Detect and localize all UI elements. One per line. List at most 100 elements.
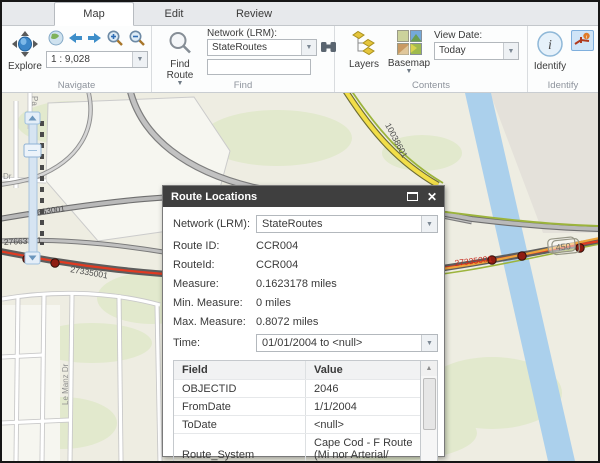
field-row-route-id: Route ID: CCR004 [173, 238, 438, 254]
basemap-icon [397, 30, 422, 58]
layers-button[interactable]: Layers [344, 30, 384, 70]
identify-label: Identify [534, 62, 566, 72]
slider-track[interactable] [29, 123, 37, 253]
street-label-le-manz-dr: Le Manz Dr [61, 363, 70, 405]
network-lrm-label: Network (LRM): [207, 28, 277, 39]
field-value: CCR004 [256, 259, 438, 271]
table-scrollbar[interactable]: ▲ ▼ [420, 361, 437, 461]
chevron-down-icon[interactable]: ▼ [503, 43, 518, 59]
table-row[interactable]: ToDate <null> [174, 415, 420, 433]
ribbon: Explore 1 : 9,028 ▼ Navigate [2, 26, 598, 93]
table-header-row: Field Value [174, 361, 420, 379]
find-route-label-line1: Find [170, 60, 189, 70]
map-canvas[interactable]: 450 27663001 27663101 27335001 27335001 … [2, 93, 598, 461]
chevron-down-icon[interactable]: ▼ [132, 52, 147, 67]
cell-field: ToDate [174, 416, 306, 433]
table-row[interactable]: OBJECTID 2046 [174, 379, 420, 397]
layers-icon [351, 30, 378, 59]
field-label: Time: [173, 337, 256, 349]
dialog-body: Network (LRM): StateRoutes ▼ Route ID: C… [163, 207, 444, 461]
field-label: Measure: [173, 278, 256, 290]
group-label-find: Find [152, 80, 334, 91]
group-find: Find Route ▼ Network (LRM): StateRoutes … [152, 26, 335, 92]
scale-value: 1 : 9,028 [47, 52, 132, 67]
cell-field: OBJECTID [174, 380, 306, 397]
tab-edit[interactable]: Edit [134, 2, 214, 25]
back-arrow-icon[interactable] [67, 30, 84, 49]
network-lrm-value: StateRoutes [257, 216, 421, 232]
field-value: 0.1623178 miles [256, 278, 438, 290]
chevron-down-icon[interactable]: ▼ [421, 335, 437, 351]
explore-label: Explore [8, 62, 42, 72]
group-label-identify: Identify [528, 80, 598, 91]
layers-label: Layers [349, 60, 379, 70]
field-row-measure: Measure: 0.1623178 miles [173, 276, 438, 292]
cell-value: 1/1/2004 [306, 398, 420, 415]
field-value: 0 miles [256, 297, 438, 309]
map-open-block [2, 305, 60, 461]
scroll-up-icon[interactable]: ▲ [421, 361, 437, 376]
identify-route-icon: i [574, 32, 591, 50]
scrollbar-thumb[interactable] [423, 378, 436, 430]
field-value: 0.8072 miles [256, 316, 438, 328]
group-label-contents: Contents [335, 80, 527, 91]
identify-icon: i [536, 30, 564, 61]
street-label-pa: Pa [30, 96, 39, 106]
find-route-button[interactable]: Find Route ▼ [158, 30, 202, 87]
cell-value: Cape Cod - F Route (Mi nor Arterial/ Col… [306, 434, 420, 461]
group-identify: i Identify i Identify [528, 26, 598, 92]
maximize-icon[interactable] [407, 192, 418, 201]
forward-arrow-icon[interactable] [86, 30, 103, 49]
identify-button[interactable]: i Identify [531, 30, 569, 72]
chevron-down-icon[interactable]: ▼ [421, 216, 437, 232]
chevron-down-icon[interactable]: ▼ [301, 40, 316, 55]
group-label-navigate: Navigate [2, 80, 151, 91]
scale-dropdown[interactable]: 1 : 9,028 ▼ [46, 51, 148, 68]
globe-icon[interactable] [48, 30, 64, 49]
chevron-down-icon: ▼ [406, 69, 413, 75]
zoom-in-icon[interactable] [106, 29, 124, 50]
tab-review[interactable]: Review [214, 2, 294, 25]
basemap-button[interactable]: Basemap ▼ [386, 30, 432, 75]
close-icon[interactable]: ✕ [427, 192, 437, 202]
street-label-dr: Dr [3, 172, 12, 181]
zoom-out-icon[interactable] [128, 29, 146, 50]
table-row[interactable]: Route_System Cape Cod - F Route (Mi nor … [174, 433, 420, 461]
view-date-dropdown[interactable]: Today ▼ [434, 42, 519, 60]
field-row-max-measure: Max. Measure: 0.8072 miles [173, 314, 438, 330]
cell-field: FromDate [174, 398, 306, 415]
application-window: Map Edit Review Explore [0, 0, 600, 463]
field-label: Min. Measure: [173, 297, 256, 309]
table-header-field: Field [174, 361, 306, 379]
field-label: RouteId: [173, 259, 256, 271]
table-row[interactable]: FromDate 1/1/2004 [174, 397, 420, 415]
group-navigate: Explore 1 : 9,028 ▼ Navigate [2, 26, 152, 92]
field-label: Network (LRM): [173, 218, 256, 230]
cell-field: Route_System [174, 434, 306, 461]
network-lrm-dropdown[interactable]: StateRoutes ▼ [256, 215, 438, 233]
attributes-table: Field Value OBJECTID 2046 FromDate 1/1/2… [173, 360, 438, 461]
route-input[interactable] [207, 59, 311, 75]
field-value: CCR004 [256, 240, 438, 252]
find-route-icon [167, 30, 193, 59]
view-date-value: Today [435, 43, 503, 59]
network-value: StateRoutes [208, 40, 301, 55]
ribbon-tab-bar: Map Edit Review [2, 2, 598, 26]
field-row-min-measure: Min. Measure: 0 miles [173, 295, 438, 311]
view-date-label: View Date: [434, 30, 482, 41]
svg-text:i: i [548, 38, 552, 53]
dialog-title: Route Locations [171, 191, 257, 203]
time-value: 01/01/2004 to <null> [257, 335, 421, 351]
shield-label: 450 [555, 241, 571, 253]
tab-map[interactable]: Map [54, 2, 134, 26]
identify-route-locations-toggle[interactable]: i [571, 30, 594, 51]
field-row-network: Network (LRM): StateRoutes ▼ [173, 214, 438, 234]
field-label: Max. Measure: [173, 316, 256, 328]
network-dropdown[interactable]: StateRoutes ▼ [207, 39, 317, 56]
field-row-routeid: RouteId: CCR004 [173, 257, 438, 273]
explore-button[interactable]: Explore [5, 30, 45, 72]
binoculars-icon[interactable] [321, 40, 336, 57]
time-dropdown[interactable]: 01/01/2004 to <null> ▼ [256, 334, 438, 352]
group-contents: Layers Basemap ▼ View Date [335, 26, 528, 92]
dialog-title-bar[interactable]: Route Locations ✕ [163, 186, 444, 207]
